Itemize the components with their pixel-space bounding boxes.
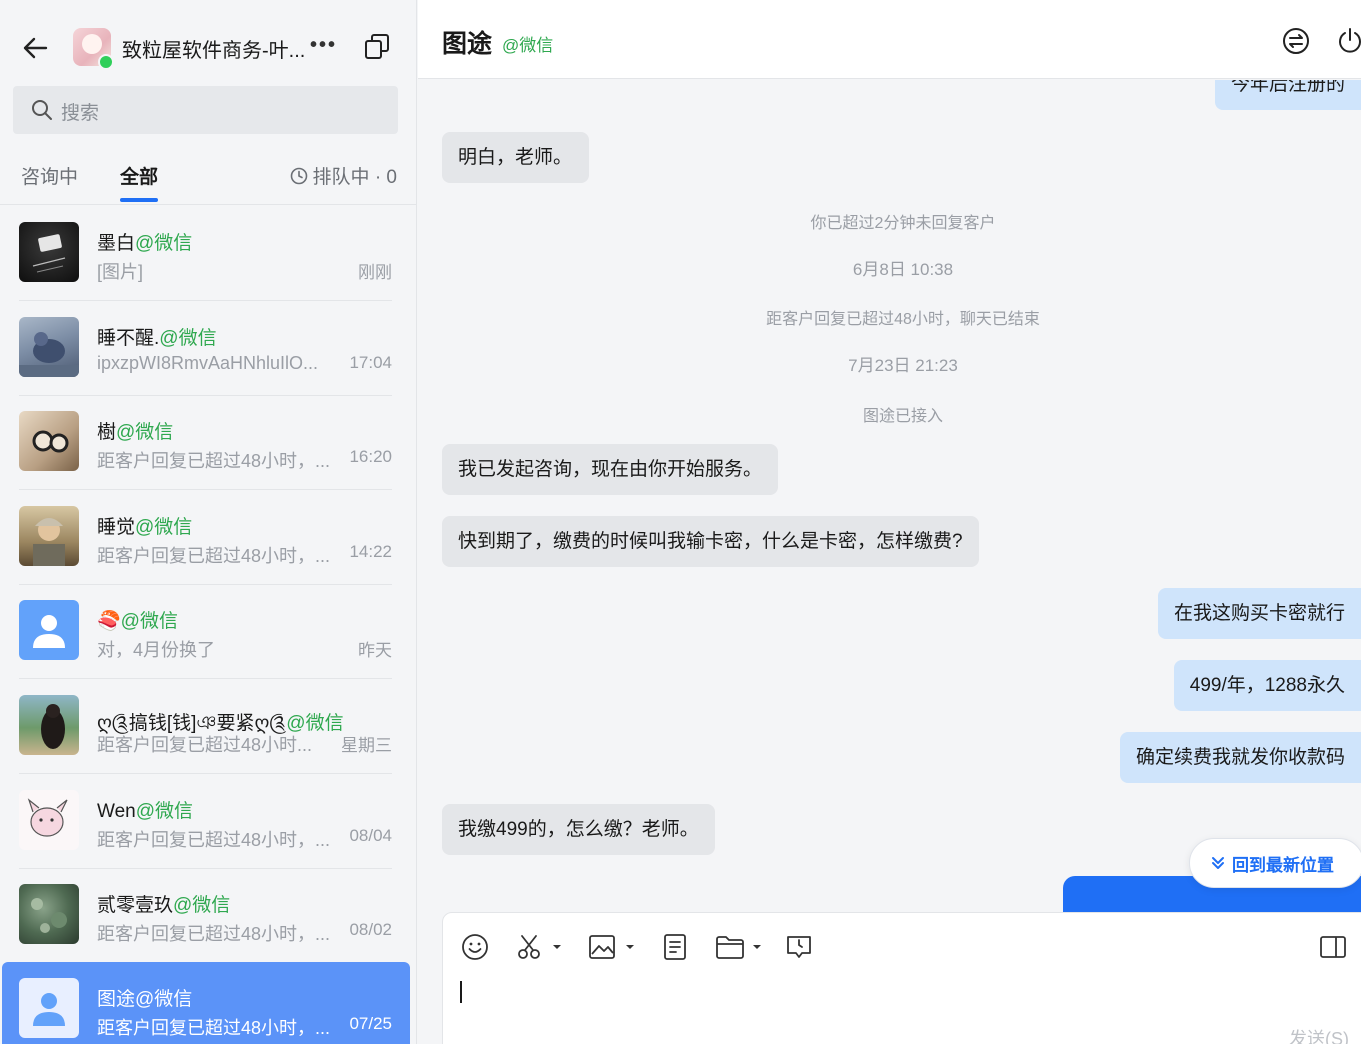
- outgoing-message: 确定续费我就发你收款码: [1119, 732, 1361, 783]
- contact-name: Wen@微信: [97, 801, 194, 822]
- text-caret: [460, 981, 462, 1003]
- contact-name: 图途@微信: [97, 989, 193, 1010]
- message-time: 星期三: [341, 736, 392, 755]
- outgoing-message: 499/年，1288永久: [1173, 660, 1361, 711]
- side-panel-toggle-icon[interactable]: [1319, 933, 1347, 961]
- message-time: 刚刚: [358, 263, 392, 282]
- queue-label: 排队中 · 0: [312, 167, 397, 188]
- image-icon[interactable]: [588, 933, 638, 961]
- jump-to-latest-button[interactable]: 回到最新位置: [1189, 838, 1361, 888]
- chat-panel: 图途 @微信 今年后注册的 明白，老师。 你已超过2分钟未回复客户 6月8日 1…: [418, 0, 1361, 1044]
- incoming-message: 快到期了，缴费的时候叫我输卡密，什么是卡密，怎样缴费?: [442, 516, 979, 567]
- search-placeholder: 搜索: [61, 103, 100, 124]
- conversation-item-selected[interactable]: 图途@微信 距客户回复已超过48小时，... 07/25: [2, 962, 410, 1044]
- conversation-item[interactable]: 贰零壹玖@微信 距客户回复已超过48小时，... 08/02: [0, 868, 417, 963]
- incoming-message: 我缴499的，怎么缴？老师。: [442, 804, 715, 855]
- message-time: 14:22: [349, 542, 392, 561]
- screenshot-scissors-icon[interactable]: [515, 933, 565, 961]
- conversation-item[interactable]: 睡不醒.@微信 ipxzpWI8RmvAaHNhluIlO... 17:04: [0, 301, 417, 396]
- double-chevron-down-icon: [1212, 857, 1224, 869]
- conversation-item[interactable]: 樹@微信 距客户回复已超过48小时，... 16:20: [0, 395, 417, 490]
- conversation-item[interactable]: 墨白@微信 [图片] 刚刚: [0, 206, 417, 301]
- jump-label: 回到最新位置: [1232, 855, 1334, 875]
- message-area: 今年后注册的 明白，老师。 你已超过2分钟未回复客户 6月8日 10:38 距客…: [418, 80, 1361, 912]
- search-icon: [32, 100, 52, 120]
- quick-reply-document-icon[interactable]: [661, 933, 689, 961]
- conversation-item[interactable]: 🍣@微信 对，4月份换了 昨天: [0, 584, 417, 679]
- send-button[interactable]: 发送(S): [1289, 1025, 1349, 1044]
- contact-name: 樹@微信: [97, 422, 174, 443]
- outgoing-message: 今年后注册的: [1214, 80, 1361, 110]
- message-composer[interactable]: 发送(S): [442, 912, 1361, 1044]
- default-avatar-icon: [19, 600, 79, 660]
- system-notice: 距客户回复已超过48小时，聊天已结束: [766, 311, 1040, 328]
- contact-avatar: [19, 884, 79, 944]
- incoming-message: 我已发起咨询，现在由你开始服务。: [442, 444, 779, 495]
- contact-name: 贰零壹玖@微信: [97, 895, 231, 916]
- contact-avatar: [19, 790, 79, 850]
- contact-avatar: [19, 506, 79, 566]
- conversation-sidebar: 致粒屋软件商务-叶... ••• 搜索 咨询中 全部 排队中 · 0 墨白@微信…: [0, 0, 417, 1044]
- tab-consulting[interactable]: 咨询中: [21, 162, 78, 189]
- contact-avatar: [19, 695, 79, 755]
- outgoing-message: 在我这购买卡密就行: [1157, 588, 1361, 639]
- contact-name: 🍣@微信: [97, 611, 178, 632]
- contact-avatar: [19, 411, 79, 471]
- copy-window-icon[interactable]: [364, 33, 390, 61]
- message-preview: 距客户回复已超过48小时，...: [97, 546, 331, 566]
- message-preview: 距客户回复已超过48小时，...: [97, 1018, 331, 1038]
- contact-name: 墨白@微信: [97, 233, 193, 254]
- scheduled-message-icon[interactable]: [785, 933, 813, 961]
- message-preview: 距客户回复已超过48小时，...: [97, 924, 331, 944]
- transfer-chat-icon[interactable]: [1282, 27, 1310, 55]
- message-time: 08/02: [349, 920, 392, 939]
- message-preview: 距客户回复已超过48小时，...: [97, 830, 331, 850]
- message-time: 昨天: [358, 641, 392, 660]
- conversation-item[interactable]: ღ༊搞钱[钱]ঞ要紧ღ༊@微信 距客户回复已超过48小时... 星期三: [0, 679, 417, 774]
- chat-header: 图途 @微信: [418, 0, 1361, 79]
- search-input[interactable]: 搜索: [13, 86, 398, 134]
- timestamp: 6月8日 10:38: [852, 260, 954, 279]
- message-time: 17:04: [349, 353, 392, 372]
- default-avatar-icon: [19, 978, 79, 1038]
- conversation-item[interactable]: 睡觉@微信 距客户回复已超过48小时，... 14:22: [0, 490, 417, 585]
- queue-status[interactable]: 排队中 · 0: [290, 162, 397, 189]
- message-preview: 对，4月份换了: [97, 640, 216, 660]
- power-end-chat-icon[interactable]: [1336, 27, 1361, 55]
- system-notice: 你已超过2分钟未回复客户: [810, 215, 996, 232]
- message-preview: ipxzpWI8RmvAaHNhluIlO...: [97, 353, 319, 373]
- contact-name: 睡不醒.@微信: [97, 328, 217, 349]
- timestamp: 7月23日 21:23: [848, 356, 958, 375]
- conversation-tabs: 咨询中 全部 排队中 · 0: [0, 150, 417, 205]
- active-tab-indicator: [120, 198, 158, 202]
- message-time: 16:20: [349, 447, 392, 466]
- conversation-item[interactable]: Wen@微信 距客户回复已超过48小时，... 08/04: [0, 774, 417, 869]
- online-status-dot: [98, 54, 114, 70]
- incoming-message: 明白，老师。: [442, 132, 589, 183]
- tab-all[interactable]: 全部: [120, 162, 158, 189]
- chat-source-tag: @微信: [502, 36, 554, 55]
- message-preview: 距客户回复已超过48小时，...: [97, 451, 331, 471]
- message-preview: 距客户回复已超过48小时...: [97, 735, 313, 755]
- contact-name: 睡觉@微信: [97, 517, 193, 538]
- clock-icon: [290, 167, 307, 184]
- folder-file-icon[interactable]: [715, 933, 765, 961]
- message-time: 07/25: [349, 1014, 392, 1033]
- emoji-icon[interactable]: [461, 933, 489, 961]
- message-preview: [图片]: [97, 262, 144, 282]
- system-notice: 图途已接入: [862, 408, 943, 425]
- chat-title: 图途: [442, 30, 493, 58]
- contact-avatar: [19, 222, 79, 282]
- more-menu-button[interactable]: •••: [310, 34, 337, 57]
- contact-avatar: [19, 317, 79, 377]
- back-arrow-icon[interactable]: [20, 33, 50, 63]
- account-name[interactable]: 致粒屋软件商务-叶...: [122, 34, 305, 63]
- message-time: 08/04: [349, 826, 392, 845]
- sidebar-topbar: 致粒屋软件商务-叶... •••: [0, 0, 417, 86]
